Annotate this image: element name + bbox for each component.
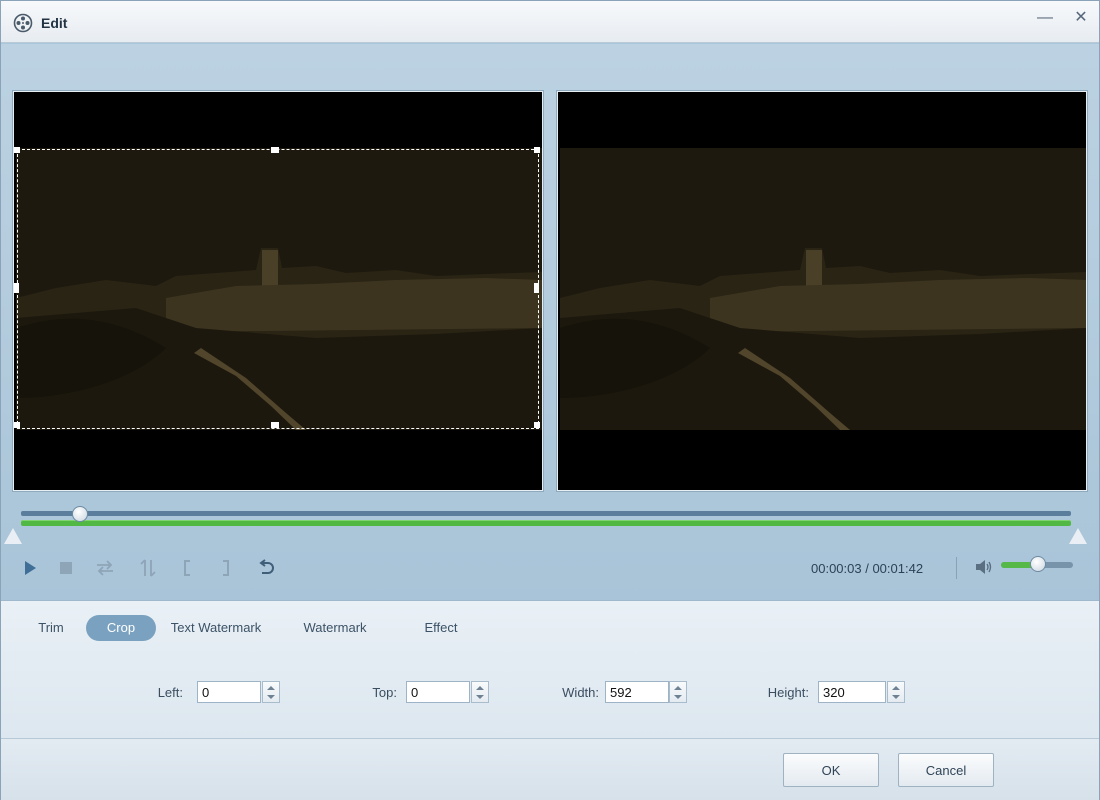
stop-button[interactable]	[54, 556, 78, 580]
height-spinner[interactable]	[887, 681, 905, 703]
edit-options-panel: Trim Crop Text Watermark Watermark Effec…	[1, 600, 1099, 738]
volume-slider[interactable]	[1001, 556, 1073, 572]
window-title: Edit	[41, 15, 68, 31]
mark-in-bracket-icon	[184, 560, 190, 576]
trim-end-marker[interactable]	[1069, 528, 1087, 544]
title-bar: Edit — ✕	[1, 1, 1099, 43]
crop-handle-top-left[interactable]	[14, 147, 20, 153]
split-icon	[140, 559, 156, 577]
crop-handle-bottom[interactable]	[271, 422, 279, 428]
tab-trim[interactable]: Trim	[31, 615, 71, 641]
swap-button[interactable]	[93, 556, 117, 580]
film-reel-icon	[13, 13, 33, 33]
tab-watermark[interactable]: Watermark	[297, 615, 373, 641]
crop-handle-bottom-left[interactable]	[14, 422, 20, 428]
crop-handle-top-right[interactable]	[534, 147, 540, 153]
reset-button[interactable]	[254, 556, 278, 580]
height-input[interactable]	[818, 681, 886, 703]
time-display: 00:00:03 / 00:01:42	[811, 561, 924, 576]
original-preview	[13, 91, 543, 491]
left-input[interactable]	[197, 681, 261, 703]
tab-effect[interactable]: Effect	[415, 615, 467, 641]
ok-button[interactable]: OK	[783, 753, 879, 787]
tab-crop[interactable]: Crop	[86, 615, 156, 641]
swap-arrows-icon	[97, 560, 113, 576]
crop-handle-top[interactable]	[271, 147, 279, 153]
preview-stage: 00:00:03 / 00:01:42	[1, 44, 1099, 600]
width-spinner[interactable]	[669, 681, 687, 703]
width-label: Width:	[562, 685, 599, 700]
undo-icon	[259, 559, 274, 574]
top-spinner[interactable]	[471, 681, 489, 703]
crop-handle-bottom-right[interactable]	[534, 422, 540, 428]
edit-dialog: Edit — ✕ 00:00:03 / 00:01:42 Trim Crop T…	[0, 0, 1100, 800]
mark-out-bracket-icon	[223, 560, 229, 576]
play-button[interactable]	[18, 556, 42, 580]
left-spinner[interactable]	[262, 681, 280, 703]
cancel-button[interactable]: Cancel	[898, 753, 994, 787]
timeline[interactable]	[21, 506, 1071, 529]
top-label: Top:	[372, 685, 397, 700]
play-icon	[25, 561, 36, 575]
mark-in-button[interactable]	[176, 556, 200, 580]
mark-out-button[interactable]	[213, 556, 237, 580]
close-button[interactable]: ✕	[1067, 7, 1095, 29]
dialog-footer: OK Cancel	[1, 738, 1099, 800]
crop-handle-right[interactable]	[534, 283, 539, 293]
output-preview	[557, 91, 1087, 491]
minimize-button[interactable]: —	[1031, 7, 1059, 29]
trim-range-bar[interactable]	[21, 520, 1071, 526]
toolbar-divider	[956, 557, 957, 579]
volume-knob[interactable]	[1030, 556, 1046, 572]
crop-handle-left[interactable]	[14, 283, 19, 293]
left-label: Left:	[157, 685, 183, 700]
stop-icon	[60, 562, 72, 574]
crop-selection-box[interactable]	[14, 147, 540, 429]
timeline-track[interactable]	[21, 511, 1071, 516]
height-label: Height:	[767, 685, 809, 700]
top-input[interactable]	[406, 681, 470, 703]
tab-text-watermark[interactable]: Text Watermark	[167, 615, 265, 641]
split-button[interactable]	[136, 556, 160, 580]
playhead-knob[interactable]	[72, 506, 88, 522]
output-video-frame	[560, 148, 1086, 430]
trim-start-marker[interactable]	[4, 528, 22, 544]
speaker-icon[interactable]	[973, 557, 993, 577]
width-input[interactable]	[605, 681, 669, 703]
